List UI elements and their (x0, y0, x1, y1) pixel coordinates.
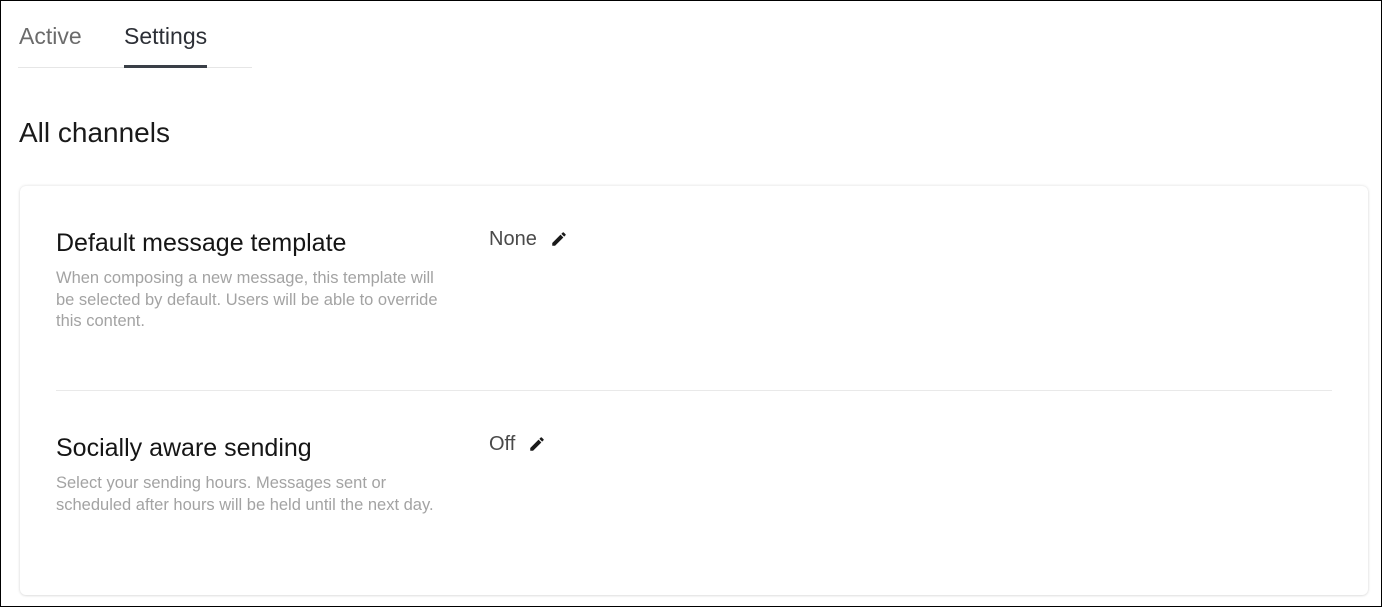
setting-value-group: None (489, 226, 569, 252)
pencil-icon[interactable] (549, 229, 569, 249)
divider (56, 390, 1332, 391)
tab-active[interactable]: Active (19, 21, 82, 51)
page-title: All channels (19, 117, 170, 148)
setting-value: Off (489, 433, 516, 455)
tab-bar: Active Settings (18, 1, 252, 68)
setting-default-message-template: Default message template When composing … (56, 226, 1332, 333)
setting-title: Default message template (56, 229, 347, 257)
settings-card: Default message template When composing … (20, 186, 1368, 595)
setting-description: When composing a new message, this templ… (56, 269, 438, 330)
setting-value: None (489, 228, 537, 250)
setting-title: Socially aware sending (56, 434, 312, 462)
tab-settings[interactable]: Settings (124, 21, 208, 68)
setting-value-group: Off (489, 431, 547, 457)
setting-socially-aware-sending: Socially aware sending Select your sendi… (56, 431, 1332, 516)
setting-description: Select your sending hours. Messages sent… (56, 474, 434, 514)
pencil-icon[interactable] (527, 434, 547, 454)
